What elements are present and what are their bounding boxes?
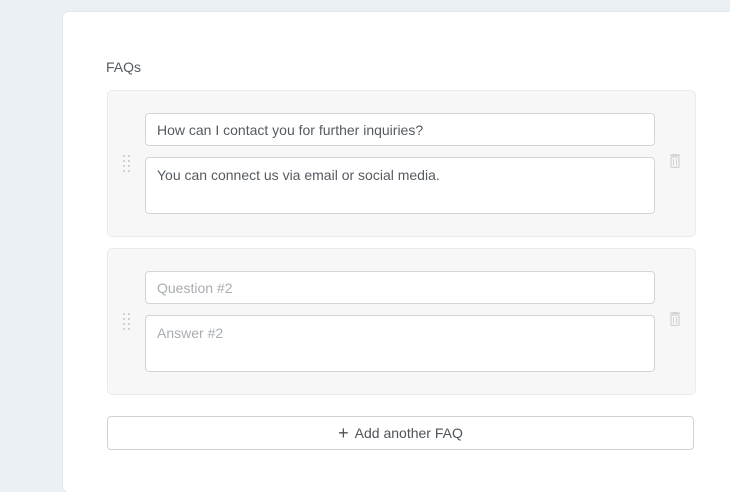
answer-textarea-2[interactable]	[145, 315, 655, 372]
trash-icon[interactable]	[669, 154, 681, 168]
drag-handle-icon[interactable]	[123, 155, 131, 173]
faqs-section-label: FAQs	[106, 59, 142, 75]
drag-handle-icon[interactable]	[123, 313, 131, 331]
faq-item-1	[107, 90, 696, 237]
question-input-1[interactable]	[145, 113, 655, 146]
add-faq-button[interactable]: + Add another FAQ	[107, 416, 694, 450]
add-faq-label: Add another FAQ	[354, 425, 463, 441]
answer-textarea-1[interactable]	[145, 157, 655, 214]
question-input-2[interactable]	[145, 271, 655, 304]
faq-item-2	[107, 248, 696, 395]
plus-icon: +	[338, 423, 349, 443]
trash-icon[interactable]	[669, 312, 681, 326]
